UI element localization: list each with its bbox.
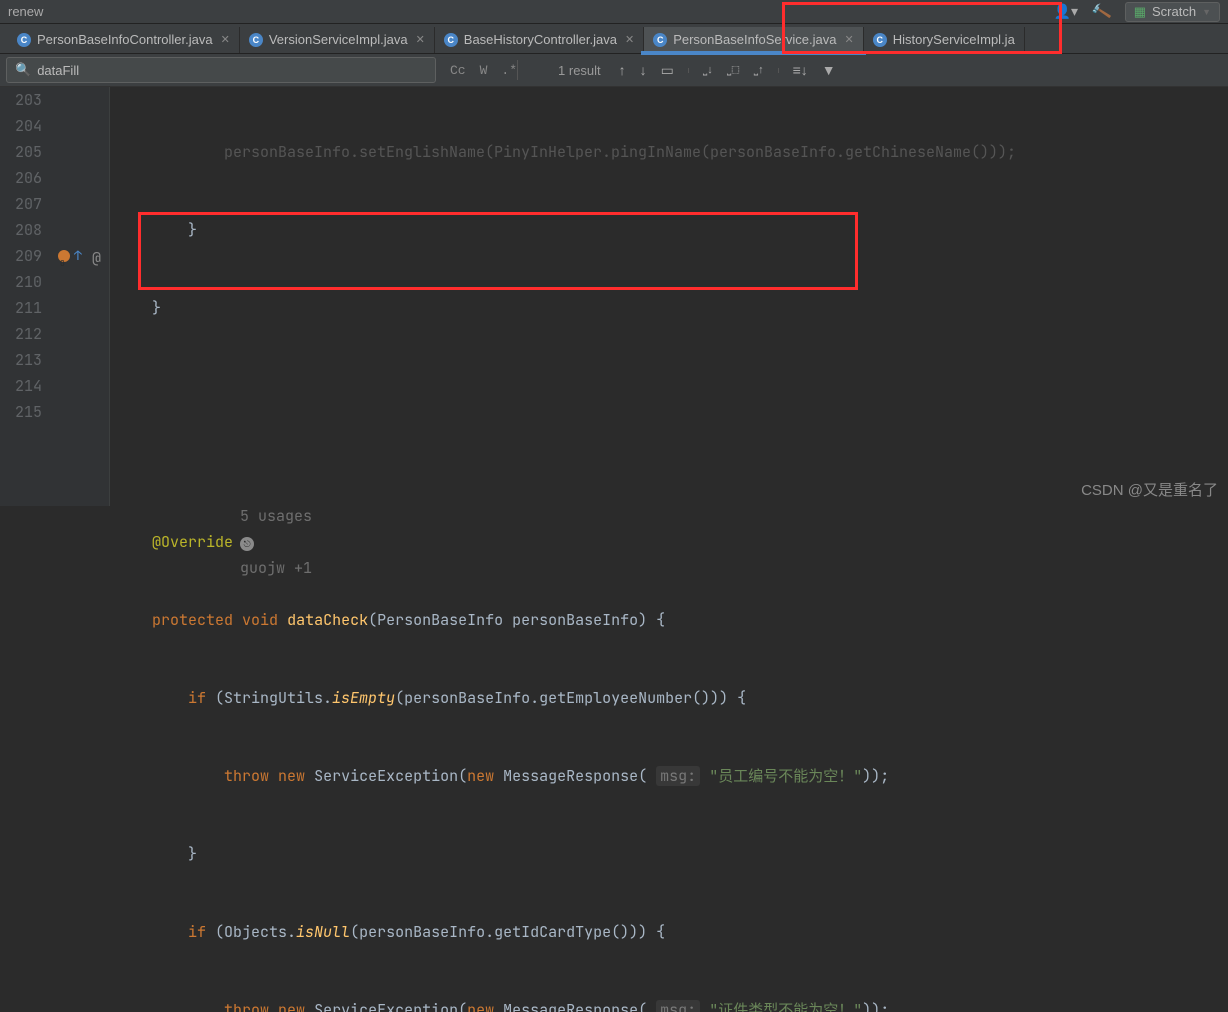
breadcrumb: renew	[8, 4, 1054, 19]
search-input[interactable]	[37, 63, 427, 78]
tab-label: VersionServiceImpl.java	[269, 32, 408, 47]
tab-label: BaseHistoryController.java	[464, 32, 617, 47]
whole-word-toggle[interactable]: W	[480, 63, 488, 78]
class-icon: C	[653, 33, 667, 47]
regex-toggle[interactable]: .*	[501, 63, 517, 78]
at-marker: @	[92, 245, 101, 271]
search-input-wrap[interactable]: 🔍	[6, 57, 436, 83]
line-no: 210	[0, 269, 42, 295]
code-editor[interactable]: 203 204 205 206 207 208 209 210 211 212 …	[0, 87, 1228, 506]
close-icon[interactable]: ✕	[416, 33, 425, 46]
line-no: 206	[0, 165, 42, 191]
toolbar-right: 👤▾ 🔨 ▦ Scratch ▼	[1054, 2, 1220, 22]
code-line: 5 usages ⎋ guojw +1	[116, 451, 1228, 477]
build-icon[interactable]: 🔨	[1090, 0, 1113, 22]
active-tab-underline	[641, 51, 866, 55]
tab-0[interactable]: C PersonBaseInfoController.java ✕	[8, 27, 240, 53]
tab-label: HistoryServiceImpl.ja	[893, 32, 1015, 47]
line-no: 204	[0, 113, 42, 139]
code-line: personBaseInfo.setEnglishName(PinyInHelp…	[116, 142, 1016, 162]
filter-list-icon[interactable]: ≡↓	[793, 62, 808, 78]
tab-label: PersonBaseInfoService.java	[673, 32, 836, 47]
tab-4[interactable]: C HistoryServiceImpl.ja	[864, 27, 1025, 53]
scratch-icon: ▦	[1134, 4, 1146, 20]
user-icon[interactable]: 👤▾	[1054, 3, 1078, 20]
author-icon: ⎋	[240, 537, 254, 551]
find-bar: 🔍 Cc W .* 1 result ↑ ↓ ▭ ⎵↓ ⎵⬚ ⎵↑ ≡↓ ▼	[0, 54, 1228, 87]
tab-3[interactable]: C PersonBaseInfoService.java ✕	[644, 27, 864, 53]
class-icon: C	[249, 33, 263, 47]
chevron-down-icon: ▼	[1202, 7, 1211, 17]
code-area[interactable]: personBaseInfo.setEnglishName(PinyInHelp…	[110, 87, 1228, 506]
prev-match-icon[interactable]: ↑	[619, 62, 626, 78]
line-no: 208	[0, 217, 42, 243]
code-line: protected void dataCheck(PersonBaseInfo …	[116, 607, 1228, 633]
match-case-toggle[interactable]: Cc	[450, 63, 466, 78]
select-all-icon[interactable]: ▭	[661, 62, 674, 79]
code-line: }	[116, 298, 161, 318]
scratch-label: Scratch	[1152, 4, 1196, 19]
code-line: throw new ServiceException(new MessageRe…	[116, 997, 1228, 1012]
override-marker[interactable]: O ↑	[58, 243, 82, 269]
close-icon[interactable]: ✕	[221, 33, 230, 46]
result-count: 1 result	[558, 63, 601, 78]
code-line	[116, 373, 1228, 399]
run-config-dropdown[interactable]: ▦ Scratch ▼	[1125, 2, 1220, 22]
find-nav: ↑ ↓ ▭ ⎵↓ ⎵⬚ ⎵↑ ≡↓ ▼	[619, 62, 836, 79]
code-line: }	[116, 220, 197, 240]
line-no: 211	[0, 295, 42, 321]
filter-funnel-icon[interactable]: ▼	[822, 62, 836, 78]
separator	[688, 68, 689, 73]
close-icon[interactable]: ✕	[845, 33, 854, 46]
line-no: 209	[0, 243, 42, 269]
gutter: 203 204 205 206 207 208 209 210 211 212 …	[0, 87, 54, 506]
line-no: 212	[0, 321, 42, 347]
find-options: Cc W .*	[450, 63, 517, 78]
code-line: if (Objects.isNull(personBaseInfo.getIdC…	[116, 919, 1228, 945]
code-line: }	[116, 844, 197, 864]
line-no: 214	[0, 373, 42, 399]
line-no: 215	[0, 399, 42, 425]
toggle-3-icon[interactable]: ⎵↑	[754, 64, 764, 77]
code-line: if (StringUtils.isEmpty(personBaseInfo.g…	[116, 685, 1228, 711]
separator	[778, 68, 779, 73]
class-icon: C	[873, 33, 887, 47]
separator	[517, 60, 518, 80]
line-no: 205	[0, 139, 42, 165]
class-icon: C	[444, 33, 458, 47]
breadcrumb-bar: renew 👤▾ 🔨 ▦ Scratch ▼	[0, 0, 1228, 24]
close-icon[interactable]: ✕	[625, 33, 634, 46]
class-icon: C	[17, 33, 31, 47]
tab-label: PersonBaseInfoController.java	[37, 32, 213, 47]
code-line: throw new ServiceException(new MessageRe…	[116, 763, 1228, 789]
line-no: 213	[0, 347, 42, 373]
toggle-2-icon[interactable]: ⎵⬚	[727, 64, 740, 77]
editor-tabs: C PersonBaseInfoController.java ✕ C Vers…	[0, 24, 1228, 54]
next-match-icon[interactable]: ↓	[640, 62, 647, 78]
line-no: 203	[0, 87, 42, 113]
usages-hint[interactable]: 5 usages ⎋ guojw +1	[168, 477, 330, 607]
line-no: 207	[0, 191, 42, 217]
toggle-1-icon[interactable]: ⎵↓	[703, 64, 713, 77]
tab-2[interactable]: C BaseHistoryController.java ✕	[435, 27, 644, 53]
tab-1[interactable]: C VersionServiceImpl.java ✕	[240, 27, 435, 53]
gutter-markers: O ↑ @	[54, 87, 110, 506]
search-icon: 🔍	[15, 62, 31, 78]
